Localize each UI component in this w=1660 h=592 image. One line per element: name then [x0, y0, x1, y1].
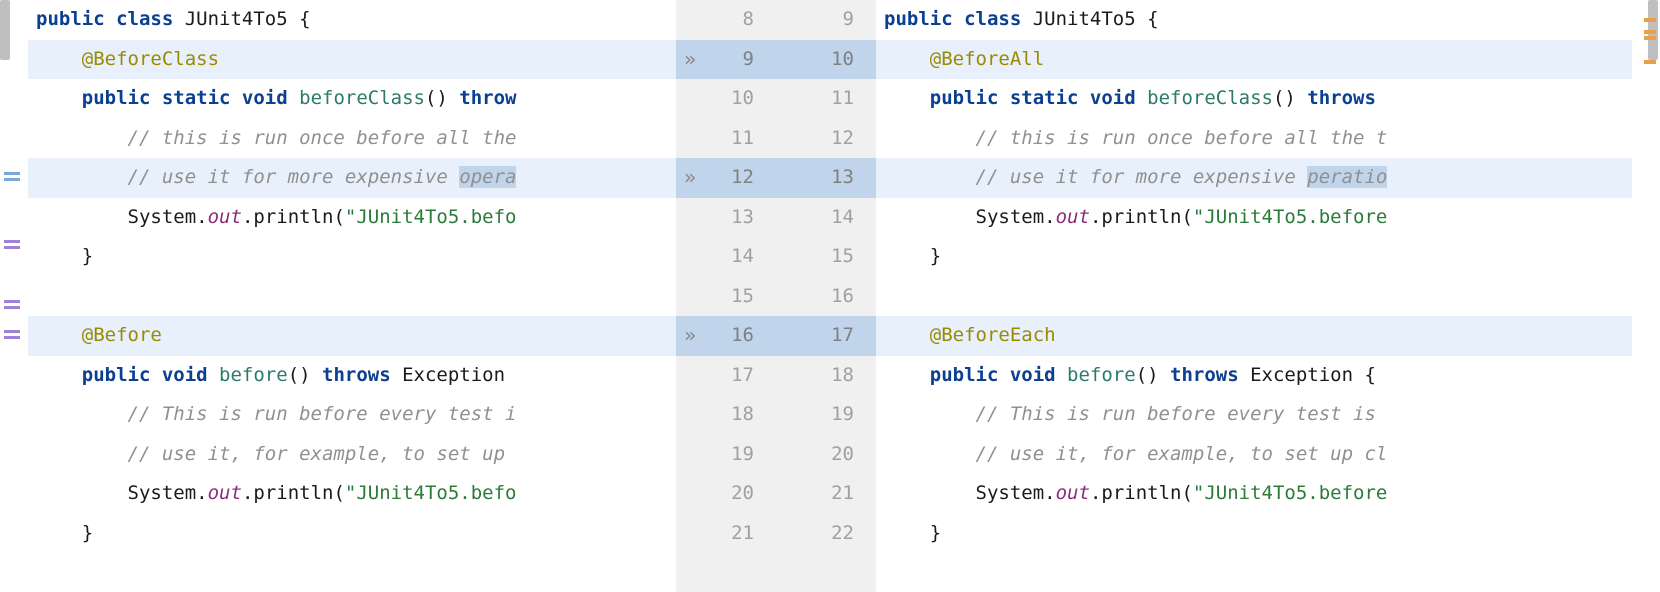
code-line[interactable]: System.out.println("JUnit4To5.befo — [28, 198, 676, 238]
right-editor-pane[interactable]: public class JUnit4To5 { @BeforeAll publ… — [876, 0, 1632, 592]
merge-arrow-icon[interactable]: » — [684, 158, 696, 198]
line-number: 10 — [776, 40, 876, 80]
line-number: 14 — [676, 237, 776, 277]
change-marker[interactable] — [4, 240, 20, 243]
code-line[interactable]: System.out.println("JUnit4To5.befo — [28, 474, 676, 514]
line-number: 13 — [676, 198, 776, 238]
change-marker[interactable] — [4, 178, 20, 181]
line-number: 19 — [676, 435, 776, 475]
code-line[interactable]: @BeforeAll — [876, 40, 1632, 80]
code-line[interactable]: // use it for more expensive opera — [28, 158, 676, 198]
line-number: 13 — [776, 158, 876, 198]
code-line[interactable]: @BeforeClass — [28, 40, 676, 80]
change-marker[interactable] — [1644, 30, 1656, 34]
left-marker-gutter — [0, 0, 28, 592]
code-line[interactable]: public class JUnit4To5 { — [28, 0, 676, 40]
code-line[interactable]: public static void beforeClass() throw — [28, 79, 676, 119]
code-line[interactable]: public void before() throws Exception { — [876, 356, 1632, 396]
code-line[interactable]: System.out.println("JUnit4To5.before — [876, 474, 1632, 514]
code-line[interactable]: public class JUnit4To5 { — [876, 0, 1632, 40]
code-line[interactable]: } — [28, 514, 676, 554]
diff-viewer: public class JUnit4To5 { @BeforeClass pu… — [0, 0, 1660, 592]
code-line[interactable]: // use it, for example, to set up cl — [876, 435, 1632, 475]
code-line[interactable]: // this is run once before all the t — [876, 119, 1632, 159]
code-line[interactable]: // This is run before every test is — [876, 395, 1632, 435]
code-line[interactable]: // use it, for example, to set up — [28, 435, 676, 475]
code-line[interactable]: public void before() throws Exception — [28, 356, 676, 396]
left-editor-pane[interactable]: public class JUnit4To5 { @BeforeClass pu… — [28, 0, 676, 592]
line-number: 16» — [676, 316, 776, 356]
code-line[interactable] — [876, 277, 1632, 317]
line-number: 19 — [776, 395, 876, 435]
line-number: 21 — [676, 514, 776, 554]
gutter-right-numbers: 910111213141516171819202122 — [776, 0, 876, 592]
code-line[interactable]: // use it for more expensive peratio — [876, 158, 1632, 198]
change-marker[interactable] — [1644, 36, 1656, 40]
left-scrollbar-thumb[interactable] — [0, 0, 10, 60]
line-number: 17 — [776, 316, 876, 356]
line-number: 15 — [676, 277, 776, 317]
line-number: 16 — [776, 277, 876, 317]
line-number: 12» — [676, 158, 776, 198]
change-marker[interactable] — [4, 330, 20, 333]
code-line[interactable]: // This is run before every test i — [28, 395, 676, 435]
code-line[interactable]: public static void beforeClass() throws — [876, 79, 1632, 119]
change-marker[interactable] — [4, 336, 20, 339]
change-marker[interactable] — [4, 300, 20, 303]
change-marker[interactable] — [4, 172, 20, 175]
code-line[interactable]: // this is run once before all the — [28, 119, 676, 159]
change-marker[interactable] — [4, 246, 20, 249]
line-number: 14 — [776, 198, 876, 238]
change-marker[interactable] — [4, 306, 20, 309]
line-number: 20 — [676, 474, 776, 514]
line-number: 12 — [776, 119, 876, 159]
code-line[interactable]: @Before — [28, 316, 676, 356]
line-number: 18 — [676, 395, 776, 435]
code-line[interactable]: } — [876, 237, 1632, 277]
line-number: 11 — [676, 119, 776, 159]
line-number: 11 — [776, 79, 876, 119]
gutter-left-numbers: 89»101112»13141516»1718192021 — [676, 0, 776, 592]
line-number: 8 — [676, 0, 776, 40]
right-marker-gutter — [1632, 0, 1660, 592]
line-number: 9» — [676, 40, 776, 80]
change-marker[interactable] — [1644, 60, 1656, 64]
change-marker[interactable] — [1644, 18, 1656, 22]
code-line[interactable]: } — [876, 514, 1632, 554]
line-number: 9 — [776, 0, 876, 40]
code-line[interactable]: } — [28, 237, 676, 277]
code-line[interactable] — [28, 277, 676, 317]
line-number: 10 — [676, 79, 776, 119]
line-number: 20 — [776, 435, 876, 475]
line-number: 21 — [776, 474, 876, 514]
code-line[interactable]: System.out.println("JUnit4To5.before — [876, 198, 1632, 238]
merge-arrow-icon[interactable]: » — [684, 316, 696, 356]
line-number: 22 — [776, 514, 876, 554]
merge-arrow-icon[interactable]: » — [684, 40, 696, 80]
line-number-gutter: 89»101112»13141516»1718192021 9101112131… — [676, 0, 876, 592]
code-line[interactable]: @BeforeEach — [876, 316, 1632, 356]
line-number: 17 — [676, 356, 776, 396]
line-number: 18 — [776, 356, 876, 396]
line-number: 15 — [776, 237, 876, 277]
